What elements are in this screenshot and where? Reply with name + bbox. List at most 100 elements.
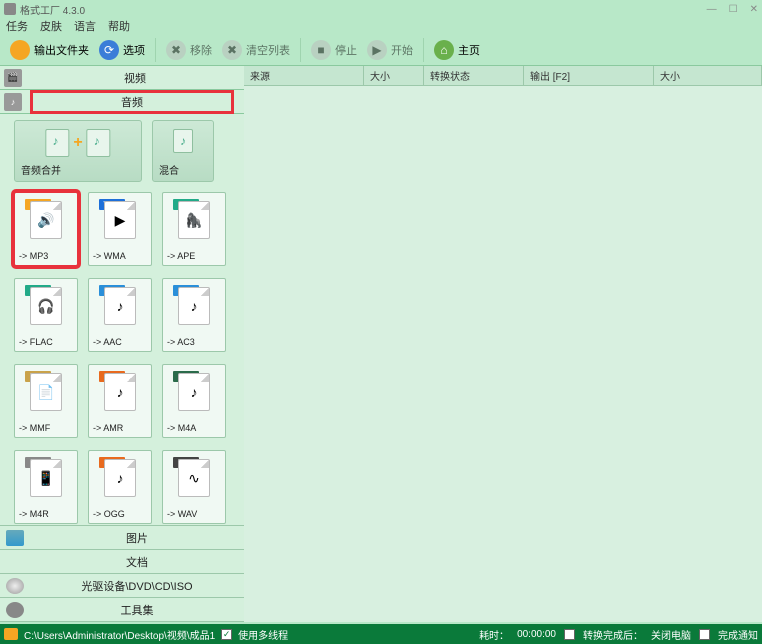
start-icon: ▶ xyxy=(367,40,387,60)
separator xyxy=(300,38,301,62)
menu-skin[interactable]: 皮肤 xyxy=(40,18,62,34)
minimize-button[interactable]: — xyxy=(707,4,717,15)
task-list[interactable] xyxy=(244,86,762,622)
file-icon: 🎧 xyxy=(30,287,62,325)
remove-button[interactable]: ✖移除 xyxy=(162,36,216,64)
file-icon: ▶ xyxy=(104,201,136,239)
format-card-amr[interactable]: AMR♪-> AMR xyxy=(88,364,152,438)
picture-icon xyxy=(6,530,24,546)
output-path[interactable]: C:\Users\Administrator\Desktop\视频\成品1 xyxy=(24,627,215,642)
file-icon: 🔊 xyxy=(30,201,62,239)
format-card-ape[interactable]: APE🦍-> APE xyxy=(162,192,226,266)
elapsed-value: 00:00:00 xyxy=(517,629,556,640)
app-icon xyxy=(4,3,16,15)
file-icon: ♪ xyxy=(104,459,136,497)
file-icon: 🦍 xyxy=(178,201,210,239)
format-label: -> M4R xyxy=(15,509,49,519)
col-source[interactable]: 来源 xyxy=(244,66,364,85)
close-button[interactable]: ✕ xyxy=(750,4,758,15)
nav-disc[interactable]: 光驱设备\DVD\CD\ISO xyxy=(0,574,244,598)
multithread-label: 使用多线程 xyxy=(238,627,288,642)
clearlist-label: 清空列表 xyxy=(246,42,290,58)
file-icon: 📱 xyxy=(30,459,62,497)
format-card-flac[interactable]: FLA🎧-> FLAC xyxy=(14,278,78,352)
mix-card[interactable]: 混合 xyxy=(152,120,214,182)
clear-list-button[interactable]: ✖清空列表 xyxy=(218,36,294,64)
format-card-wav[interactable]: WAV∿-> WAV xyxy=(162,450,226,524)
home-label: 主页 xyxy=(458,42,480,58)
start-label: 开始 xyxy=(391,42,413,58)
col-status[interactable]: 转换状态 xyxy=(424,66,524,85)
format-card-ogg[interactable]: OGG♪-> OGG xyxy=(88,450,152,524)
format-label: -> M4A xyxy=(163,423,196,433)
audio-merge-card[interactable]: + 音频合并 xyxy=(14,120,142,182)
maximize-button[interactable]: ☐ xyxy=(729,4,738,15)
file-icon: ♪ xyxy=(178,373,210,411)
home-button[interactable]: ⌂主页 xyxy=(430,36,484,64)
notify-checkbox[interactable] xyxy=(699,629,710,640)
audio-merge-label: 音频合并 xyxy=(21,162,135,177)
menu-language[interactable]: 语言 xyxy=(74,18,96,34)
after-checkbox[interactable] xyxy=(564,629,575,640)
tab-audio[interactable]: ♪ 音频 xyxy=(0,90,244,114)
format-card-m4r[interactable]: M4R📱-> M4R xyxy=(14,450,78,524)
folder-small-icon xyxy=(4,628,18,640)
col-output[interactable]: 输出 [F2] xyxy=(524,66,654,85)
nav-picture-label: 图片 xyxy=(30,530,244,546)
nav-list: 图片 文档 光驱设备\DVD\CD\ISO 工具集 xyxy=(0,525,244,622)
output-folder-button[interactable]: 输出文件夹 xyxy=(6,36,93,64)
toolbar: 输出文件夹 ⟳选项 ✖移除 ✖清空列表 ■停止 ▶开始 ⌂主页 xyxy=(0,34,762,66)
menu-task[interactable]: 任务 xyxy=(6,18,28,34)
format-card-aac[interactable]: AAC♪-> AAC xyxy=(88,278,152,352)
format-label: -> WMA xyxy=(89,251,126,261)
left-panel: 🎬 视频 ♪ 音频 + 音频合并 混合 MP3🔊-> MP3WMA▶-> WMA… xyxy=(0,66,244,622)
tab-video[interactable]: 🎬 视频 xyxy=(0,66,244,90)
clearlist-icon: ✖ xyxy=(222,40,242,60)
format-label: -> WAV xyxy=(163,509,197,519)
format-card-m4a[interactable]: M4A♪-> M4A xyxy=(162,364,226,438)
stop-label: 停止 xyxy=(335,42,357,58)
format-label: -> FLAC xyxy=(15,337,53,347)
format-card-wma[interactable]: WMA▶-> WMA xyxy=(88,192,152,266)
globe-icon: ⌂ xyxy=(434,40,454,60)
options-label: 选项 xyxy=(123,42,145,58)
col-size[interactable]: 大小 xyxy=(364,66,424,85)
separator xyxy=(155,38,156,62)
format-label: -> AMR xyxy=(89,423,123,433)
file-icon: ♪ xyxy=(104,287,136,325)
format-grid: + 音频合并 混合 MP3🔊-> MP3WMA▶-> WMAAPE🦍-> APE… xyxy=(0,114,244,525)
col-size2[interactable]: 大小 xyxy=(654,66,762,85)
separator xyxy=(423,38,424,62)
statusbar: C:\Users\Administrator\Desktop\视频\成品1 ✓ … xyxy=(0,624,762,644)
nav-disc-label: 光驱设备\DVD\CD\ISO xyxy=(30,578,244,594)
nav-toolset-label: 工具集 xyxy=(30,602,244,618)
format-label: -> OGG xyxy=(89,509,125,519)
file-icon: ♪ xyxy=(104,373,136,411)
options-button[interactable]: ⟳选项 xyxy=(95,36,149,64)
multithread-checkbox[interactable]: ✓ xyxy=(221,629,232,640)
disc-icon xyxy=(6,578,24,594)
table-header: 来源 大小 转换状态 输出 [F2] 大小 xyxy=(244,66,762,86)
file-icon: ♪ xyxy=(178,287,210,325)
folder-icon xyxy=(10,40,30,60)
menu-help[interactable]: 帮助 xyxy=(108,18,130,34)
tab-video-label: 视频 xyxy=(26,70,244,86)
start-button[interactable]: ▶开始 xyxy=(363,36,417,64)
after-label: 转换完成后： xyxy=(583,627,643,642)
format-label: -> MP3 xyxy=(15,251,48,261)
mix-label: 混合 xyxy=(159,162,207,177)
options-icon: ⟳ xyxy=(99,40,119,60)
format-card-mmf[interactable]: MMF📄-> MMF xyxy=(14,364,78,438)
elapsed-label: 耗时： xyxy=(479,627,509,642)
notify-label: 完成通知 xyxy=(718,627,758,642)
output-folder-label: 输出文件夹 xyxy=(34,42,89,58)
file-icon: ∿ xyxy=(178,459,210,497)
format-card-mp3[interactable]: MP3🔊-> MP3 xyxy=(14,192,78,266)
format-label: -> AC3 xyxy=(163,337,195,347)
nav-picture[interactable]: 图片 xyxy=(0,526,244,550)
format-card-ac3[interactable]: AAC♪-> AC3 xyxy=(162,278,226,352)
remove-icon: ✖ xyxy=(166,40,186,60)
nav-toolset[interactable]: 工具集 xyxy=(0,598,244,622)
nav-document[interactable]: 文档 xyxy=(0,550,244,574)
stop-button[interactable]: ■停止 xyxy=(307,36,361,64)
